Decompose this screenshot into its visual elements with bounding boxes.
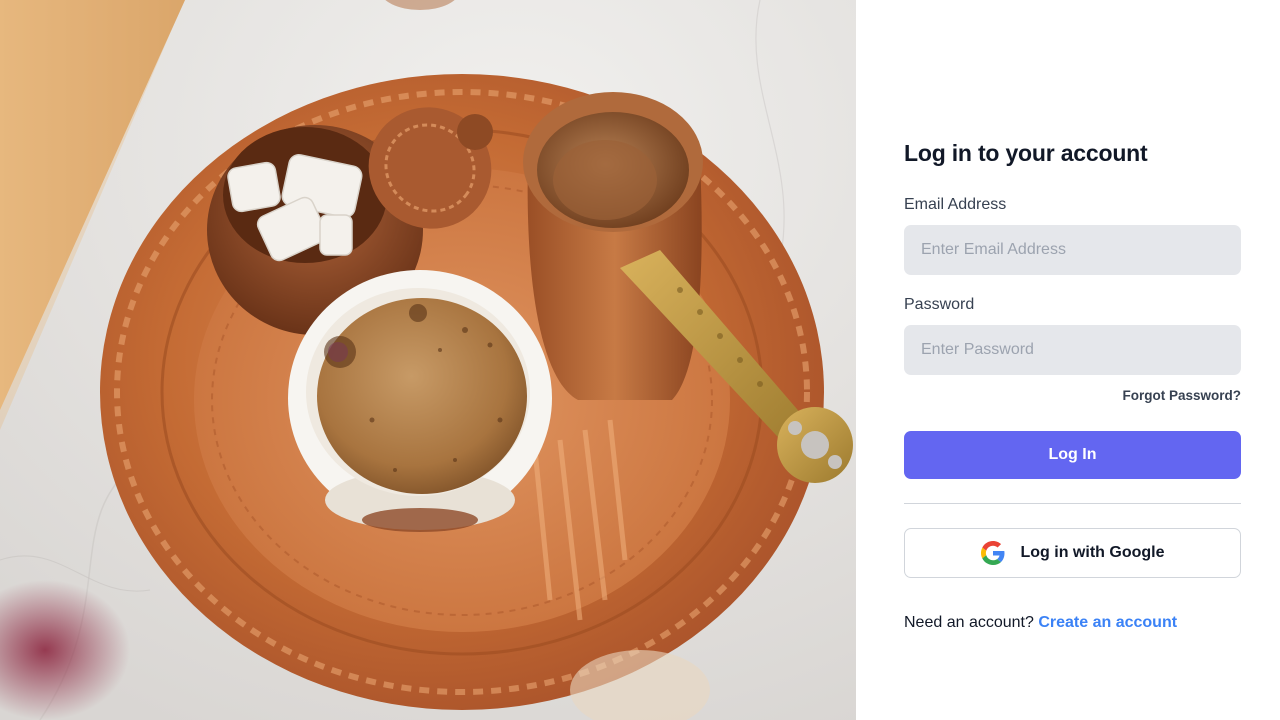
login-panel: Log in to your account Email Address Pas…	[856, 0, 1280, 720]
password-label: Password	[904, 296, 975, 313]
divider	[904, 503, 1241, 504]
google-login-button[interactable]: Log in with Google	[904, 528, 1241, 578]
email-label: Email Address	[904, 196, 1007, 213]
login-button[interactable]: Log In	[904, 431, 1241, 479]
login-form: Log in to your account Email Address Pas…	[904, 138, 1241, 634]
password-field[interactable]	[904, 325, 1241, 375]
google-login-label: Log in with Google	[1020, 544, 1165, 561]
page-title: Log in to your account	[904, 140, 1148, 166]
signup-prompt-text: Need an account?	[904, 614, 1034, 631]
hero-image	[0, 0, 856, 720]
coffee-tray-illustration	[0, 0, 856, 720]
forgot-password-link[interactable]: Forgot Password?	[1122, 388, 1241, 403]
google-g-icon	[980, 541, 1005, 565]
email-field[interactable]	[904, 225, 1241, 275]
create-account-link[interactable]: Create an account	[1038, 614, 1177, 631]
forgot-row: Forgot Password?	[904, 388, 1241, 404]
signup-prompt: Need an account? Create an account	[904, 612, 1241, 634]
